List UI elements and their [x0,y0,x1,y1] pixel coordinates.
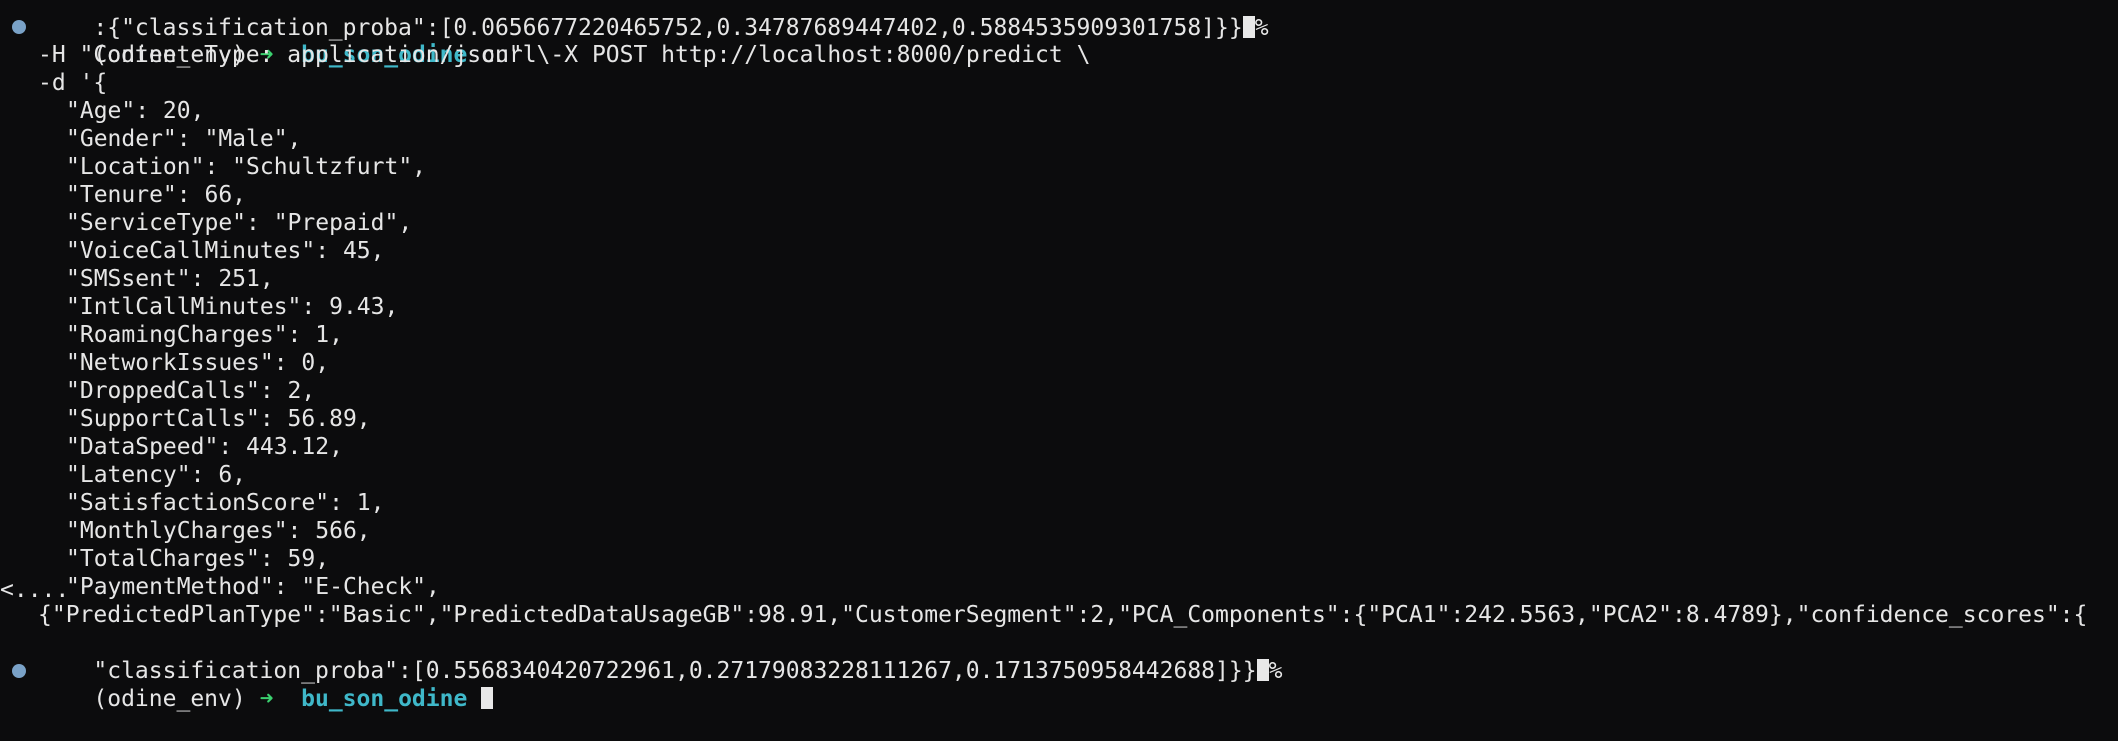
continuation-line: -d '{ [38,70,108,96]
end-marker: % [1268,658,1283,684]
continuation-line: -H "Content-Type: application/json" \ [38,42,551,68]
cursor [1242,16,1255,38]
json-body-line: "SMSsent": 251, [66,266,274,292]
json-body-line: "RoamingCharges": 1, [66,322,343,348]
json-body-line: "VoiceCallMinutes": 45, [66,238,385,264]
json-body-line: "MonthlyCharges": 566, [66,518,371,544]
prompt-env: (odine_env) [93,686,246,712]
json-body-line: "NetworkIssues": 0, [66,350,330,376]
json-body-line: "SupportCalls": 56.89, [66,406,371,432]
prompt-status-dot [12,664,26,678]
truncation-marker: <.... [0,577,70,603]
json-body-line: "ServiceType": "Prepaid", [66,210,413,236]
terminal-window[interactable]: :{"classification_proba":[0.065667722046… [0,0,2118,712]
json-body-line: "Location": "Schultzfurt", [66,154,427,180]
json-body-line: "TotalCharges": 59, [66,546,330,572]
cursor [1256,659,1269,681]
json-body-line: "Tenure": 66, [66,182,247,208]
json-body-line: "Gender": "Male", [66,126,302,152]
json-body-line: "DroppedCalls": 2, [66,378,316,404]
command-text: curl -X POST http://localhost:8000/predi… [481,42,1091,68]
response-line-2: "classification_proba":[0.55683404207229… [38,629,1282,684]
json-body-line: "DataSpeed": 443.12, [66,434,343,460]
json-body-line: "IntlCallMinutes": 9.43, [66,294,399,320]
end-marker: % [1254,15,1269,41]
json-body-line: "Latency": 6, [66,462,247,488]
prompt-arrow-icon: ➜ [259,686,274,712]
response-line-1: {"PredictedPlanType":"Basic","PredictedD… [38,602,2088,628]
prompt-directory: bu_son_odine [301,686,468,712]
prompt-status-dot [12,20,26,34]
prompt-line[interactable]: (odine_env) ➜ bu_son_odine curl -X POST … [38,13,1090,68]
json-body-line: "SatisfactionScore": 1, [66,490,385,516]
json-body-line: "Age": 20, [66,98,205,124]
next-prompt-line[interactable]: (odine_env) ➜ bu_son_odine [38,657,494,712]
cursor [481,687,494,709]
previous-output: :{"classification_proba":[0.065667722046… [38,0,1268,41]
